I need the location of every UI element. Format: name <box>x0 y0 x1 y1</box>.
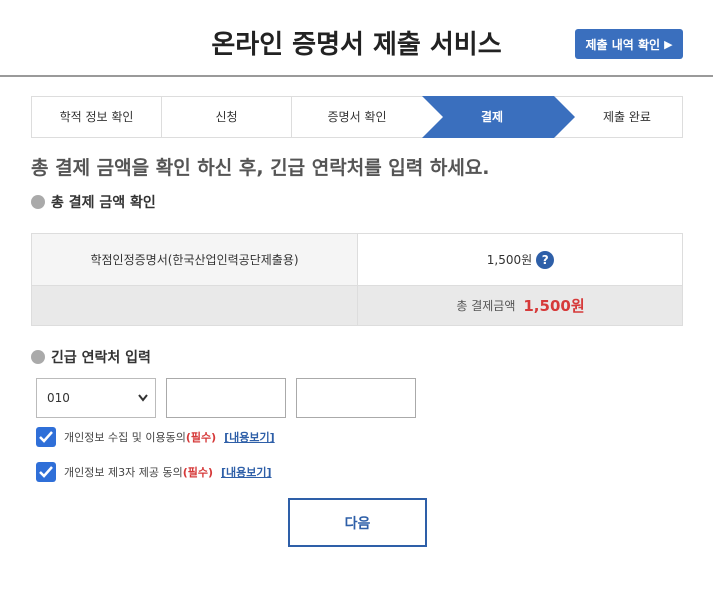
phone-prefix-value: 010 <box>47 391 70 405</box>
bullet-icon <box>31 195 45 209</box>
agreement-collection-text: 개인정보 수집 및 이용동의 <box>64 431 186 444</box>
total-label: 총 결제금액 <box>456 299 516 313</box>
total-value: 1,500원 <box>523 297 585 315</box>
page-header: 온라인 증명서 제출 서비스 제출 내역 확인 ▶ <box>0 0 713 77</box>
item-price: 1,500원 <box>486 253 533 267</box>
phone-prefix-select[interactable]: 010 <box>36 378 156 418</box>
step-certificate-check: 증명서 확인 <box>327 110 387 124</box>
empty-cell <box>32 286 358 325</box>
required-label: (필수) <box>182 466 213 479</box>
item-price-cell: 1,500원 ? <box>359 234 682 285</box>
required-label: (필수) <box>185 431 217 444</box>
total-cell: 총 결제금액 1,500원 <box>359 286 682 325</box>
step-academic-info: 학적 정보 확인 <box>32 97 162 137</box>
agreement-third-party-checkbox[interactable] <box>36 462 56 482</box>
agreement-row-third-party: 개인정보 제3자 제공 동의 (필수) [내용보기] <box>36 462 272 482</box>
submission-history-label: 제출 내역 확인 <box>585 37 661 52</box>
help-icon[interactable]: ? <box>536 250 555 269</box>
contact-section-heading: 긴급 연락처 입력 <box>31 347 151 367</box>
item-name: 학점인정증명서(한국산업인력공단제출용) <box>32 234 358 285</box>
checkmark-icon <box>39 431 53 443</box>
table-row: 학점인정증명서(한국산업인력공단제출용) 1,500원 ? <box>32 234 682 286</box>
agreement-collection-checkbox[interactable] <box>36 427 56 447</box>
checkmark-icon <box>39 466 53 478</box>
step-complete: 제출 완료 <box>603 110 651 124</box>
contact-section-label: 긴급 연락처 입력 <box>51 350 151 366</box>
submission-history-button[interactable]: 제출 내역 확인 ▶ <box>575 29 683 59</box>
play-arrow-icon: ▶ <box>664 37 673 51</box>
view-details-link[interactable]: [내용보기] <box>224 429 275 445</box>
table-row-total: 총 결제금액 1,500원 <box>32 286 682 325</box>
phone-last-input[interactable] <box>296 378 416 418</box>
view-details-link[interactable]: [내용보기] <box>221 464 272 480</box>
payment-section-label: 총 결제 금액 확인 <box>51 195 156 211</box>
next-button[interactable]: 다음 <box>288 498 427 547</box>
bullet-icon <box>31 350 45 364</box>
instruction-text: 총 결제 금액을 확인 하신 후, 긴급 연락처를 입력 하세요. <box>31 157 490 179</box>
step-payment: 결제 <box>480 110 504 124</box>
agreement-third-party-text: 개인정보 제3자 제공 동의 <box>64 466 183 479</box>
step-apply: 신청 <box>162 97 292 137</box>
payment-table: 학점인정증명서(한국산업인력공단제출용) 1,500원 ? 총 결제금액 1,5… <box>31 233 683 326</box>
chevron-down-icon <box>138 394 148 402</box>
progress-steps: 학적 정보 확인 신청 증명서 확인 결제 제출 완료 <box>31 96 683 138</box>
agreement-row-collection: 개인정보 수집 및 이용동의 (필수) [내용보기] <box>36 427 275 447</box>
payment-section-heading: 총 결제 금액 확인 <box>31 192 156 212</box>
phone-middle-input[interactable] <box>166 378 286 418</box>
